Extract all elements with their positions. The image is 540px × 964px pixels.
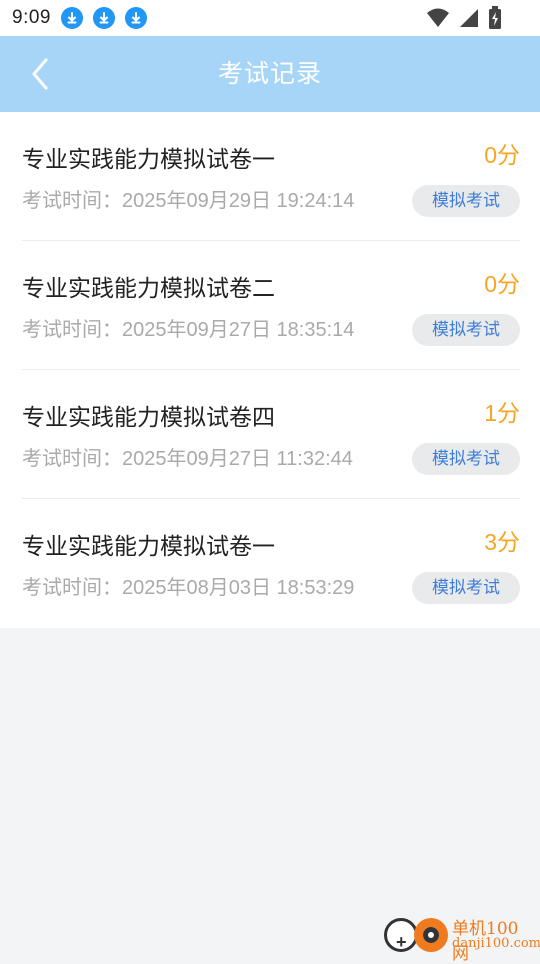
record-type-tag: 模拟考试 xyxy=(412,443,520,475)
record-type-tag: 模拟考试 xyxy=(412,185,520,217)
record-time: 考试时间：2025年09月27日 18:35:14 xyxy=(22,313,354,342)
wifi-icon xyxy=(427,8,449,27)
record-time-label: 考试时间： xyxy=(22,190,122,212)
download-icon xyxy=(60,7,83,29)
app-header: 考试记录 xyxy=(0,36,540,112)
exam-record-item[interactable]: 专业实践能力模拟试卷一 0分 考试时间：2025年09月29日 19:24:14… xyxy=(22,112,520,241)
record-title: 专业实践能力模拟试卷二 xyxy=(22,275,275,301)
record-score: 3分 xyxy=(484,529,520,555)
exam-record-item[interactable]: 专业实践能力模拟试卷一 3分 考试时间：2025年08月03日 18:53:29… xyxy=(22,499,520,627)
record-score: 0分 xyxy=(484,271,520,297)
record-time-label: 考试时间： xyxy=(22,448,122,470)
record-time-value: 2025年09月27日 11:32:44 xyxy=(122,448,353,470)
exam-record-item[interactable]: 专业实践能力模拟试卷四 1分 考试时间：2025年09月27日 11:32:44… xyxy=(22,370,520,499)
record-title: 专业实践能力模拟试卷一 xyxy=(22,146,275,172)
signal-icon xyxy=(460,9,478,27)
watermark-url: danji100.com xyxy=(452,936,540,951)
download-icon xyxy=(92,7,115,29)
record-time-label: 考试时间： xyxy=(22,319,122,341)
watermark-logo-eye xyxy=(414,918,448,952)
record-type-tag: 模拟考试 xyxy=(412,314,520,346)
page-title: 考试记录 xyxy=(217,60,322,88)
record-score: 0分 xyxy=(484,142,520,168)
record-type-tag: 模拟考试 xyxy=(412,572,520,604)
record-time: 考试时间：2025年09月29日 19:24:14 xyxy=(22,184,354,213)
record-time-value: 2025年09月29日 19:24:14 xyxy=(122,190,355,212)
record-time: 考试时间：2025年08月03日 18:53:29 xyxy=(22,571,354,600)
record-title: 专业实践能力模拟试卷四 xyxy=(22,404,275,430)
download-icon xyxy=(124,7,147,29)
status-time: 9:09 xyxy=(12,7,51,28)
record-time-value: 2025年08月03日 18:53:29 xyxy=(122,577,355,599)
record-score: 1分 xyxy=(484,400,520,426)
record-time-label: 考试时间： xyxy=(22,577,122,599)
status-bar: 9:09 xyxy=(0,0,540,36)
record-title: 专业实践能力模拟试卷一 xyxy=(22,533,275,559)
site-watermark: + 单机100网 danji100.com xyxy=(384,914,540,964)
record-time: 考试时间：2025年09月27日 11:32:44 xyxy=(22,442,353,471)
exam-record-item[interactable]: 专业实践能力模拟试卷二 0分 考试时间：2025年09月27日 18:35:14… xyxy=(22,241,520,370)
record-time-value: 2025年09月27日 18:35:14 xyxy=(122,319,355,341)
watermark-logo: + xyxy=(384,918,418,952)
exam-record-list: 专业实践能力模拟试卷一 0分 考试时间：2025年09月29日 19:24:14… xyxy=(0,112,540,628)
battery-icon xyxy=(489,6,501,29)
